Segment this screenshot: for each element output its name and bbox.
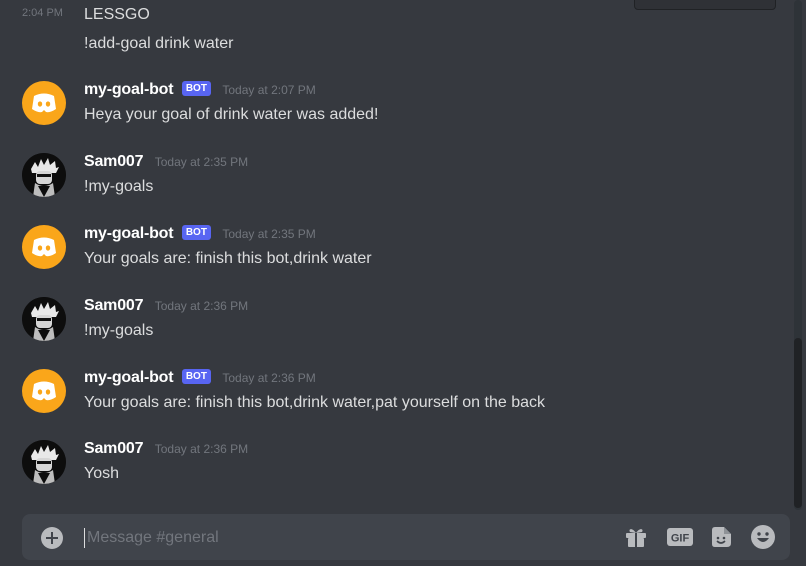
scrollbar-track[interactable] xyxy=(794,0,802,510)
message-content: !my-goals xyxy=(84,178,154,195)
message-content: !my-goals xyxy=(84,322,154,339)
message-timestamp: Today at 2:36 PM xyxy=(154,299,249,313)
user-avatar-image xyxy=(22,440,66,484)
gif-button[interactable]: GIF xyxy=(666,525,694,549)
message-timestamp: Today at 2:07 PM xyxy=(222,83,316,97)
bot-tag: BOT xyxy=(181,369,211,384)
chat-messages: 2:04 PM LESSGO !add-goal drink water my-… xyxy=(0,0,794,510)
user-avatar-image xyxy=(22,297,66,341)
message-group: Sam007 Today at 2:36 PM Yosh xyxy=(0,440,790,500)
message-input[interactable] xyxy=(85,523,609,553)
emoji-button[interactable] xyxy=(750,524,776,550)
message-header: my-goal-bot BOT Today at 2:35 PM xyxy=(84,225,316,247)
message-content: LESSGO xyxy=(84,6,150,23)
message-group: my-goal-bot BOT Today at 2:07 PM Heya yo… xyxy=(0,81,790,141)
message-header: my-goal-bot BOT Today at 2:07 PM xyxy=(84,81,316,103)
message-group: Sam007 Today at 2:35 PM !my-goals xyxy=(0,153,790,213)
username[interactable]: Sam007 xyxy=(84,297,143,314)
message-content: !add-goal drink water xyxy=(84,35,234,52)
discord-logo-icon xyxy=(32,93,56,113)
message-header: Sam007 Today at 2:36 PM xyxy=(84,297,248,319)
username[interactable]: my-goal-bot xyxy=(84,369,174,386)
avatar[interactable] xyxy=(22,81,66,125)
message-content: Your goals are: finish this bot,drink wa… xyxy=(84,250,372,267)
message-header: my-goal-bot BOT Today at 2:36 PM xyxy=(84,369,316,391)
username[interactable]: Sam007 xyxy=(84,440,143,457)
plus-circle-icon xyxy=(41,527,63,549)
message-group: my-goal-bot BOT Today at 2:36 PM Your go… xyxy=(0,369,790,429)
compact-message: 2:04 PM LESSGO xyxy=(0,4,790,26)
message-header: Sam007 Today at 2:36 PM xyxy=(84,440,248,462)
sticker-icon xyxy=(712,527,731,547)
message-content: Yosh xyxy=(84,465,119,482)
message-group: Sam007 Today at 2:36 PM !my-goals xyxy=(0,297,790,357)
gift-button[interactable] xyxy=(624,525,648,549)
avatar[interactable] xyxy=(22,225,66,269)
gift-icon xyxy=(626,529,646,547)
message-timestamp: Today at 2:35 PM xyxy=(222,227,316,241)
scrollbar-thumb[interactable] xyxy=(794,338,802,508)
message-composer: GIF xyxy=(22,514,790,560)
bot-tag: BOT xyxy=(181,225,211,240)
message-content: Heya your goal of drink water was added! xyxy=(84,106,379,123)
add-attachment-button[interactable] xyxy=(40,526,64,550)
message-timestamp: 2:04 PM xyxy=(22,7,63,19)
message-group: my-goal-bot BOT Today at 2:35 PM Your go… xyxy=(0,225,790,285)
avatar[interactable] xyxy=(22,297,66,341)
message-timestamp: Today at 2:35 PM xyxy=(154,155,249,169)
message-timestamp: Today at 2:36 PM xyxy=(222,371,316,385)
avatar[interactable] xyxy=(22,369,66,413)
message-content: Your goals are: finish this bot,drink wa… xyxy=(84,394,546,411)
discord-logo-icon xyxy=(32,381,56,401)
emoji-icon xyxy=(751,525,775,549)
avatar[interactable] xyxy=(22,440,66,484)
message-header: Sam007 Today at 2:35 PM xyxy=(84,153,248,175)
discord-logo-icon xyxy=(32,237,56,257)
compact-message: !add-goal drink water xyxy=(0,33,790,55)
sticker-button[interactable] xyxy=(709,525,733,549)
gif-label: GIF xyxy=(671,533,690,545)
avatar[interactable] xyxy=(22,153,66,197)
username[interactable]: my-goal-bot xyxy=(84,81,174,98)
bot-tag: BOT xyxy=(181,81,211,96)
user-avatar-image xyxy=(22,153,66,197)
username[interactable]: my-goal-bot xyxy=(84,225,174,242)
gif-icon: GIF xyxy=(667,528,693,546)
message-timestamp: Today at 2:36 PM xyxy=(154,442,249,456)
username[interactable]: Sam007 xyxy=(84,153,143,170)
